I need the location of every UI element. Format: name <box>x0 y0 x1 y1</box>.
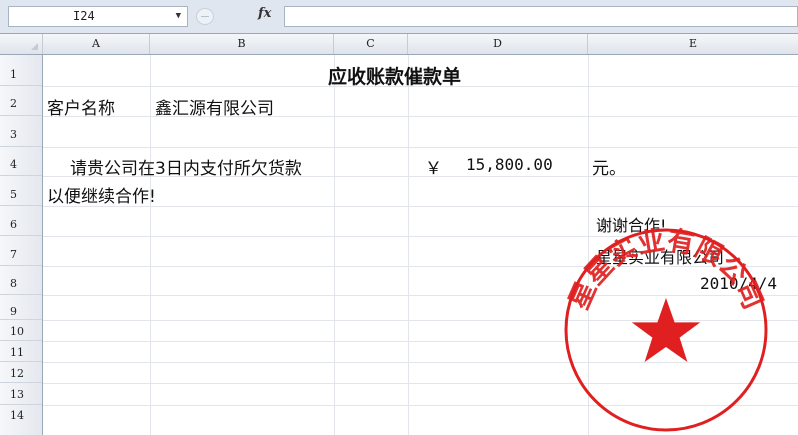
gridline <box>334 55 335 435</box>
row-header-3[interactable]: 3 <box>0 116 42 147</box>
gridline <box>43 147 798 148</box>
function-icon[interactable]: fx <box>258 6 271 21</box>
customer-name: 鑫汇源有限公司 <box>155 99 274 119</box>
customer-label: 客户名称 <box>47 99 115 119</box>
star-icon <box>631 298 701 362</box>
chevron-down-icon[interactable]: ▼ <box>176 7 181 26</box>
row-header-4[interactable]: 4 <box>0 147 42 176</box>
cooperation-text: 以便继续合作! <box>47 187 156 207</box>
row-header-13[interactable]: 13 <box>0 383 42 405</box>
column-header-e[interactable]: E <box>588 34 798 54</box>
formula-bar: I24 ▼ fx <box>0 0 798 34</box>
column-header-d[interactable]: D <box>408 34 588 54</box>
gridline <box>43 206 798 207</box>
sheet-title: 应收账款催款单 <box>328 66 462 88</box>
row-header-7[interactable]: 7 <box>0 236 42 266</box>
name-box[interactable]: I24 ▼ <box>8 6 188 27</box>
column-header-a[interactable]: A <box>43 34 150 54</box>
gridline <box>408 55 409 435</box>
column-header-row: A B C D E <box>0 34 798 55</box>
row-header-14[interactable]: 14 <box>0 405 42 435</box>
name-box-value: I24 <box>73 9 95 23</box>
payment-request-text: 请贵公司在3日内支付所欠货款 <box>70 159 302 179</box>
column-header-b[interactable]: B <box>150 34 334 54</box>
column-header-c[interactable]: C <box>334 34 408 54</box>
row-header-1[interactable]: 1 <box>0 55 42 86</box>
amount-value: 15,800.00 <box>466 155 553 174</box>
amount-unit: 元。 <box>592 159 626 179</box>
company-seal-stamp: 星星实业有限公司 <box>564 225 768 432</box>
row-header-10[interactable]: 10 <box>0 320 42 341</box>
cancel-icon[interactable] <box>196 8 214 25</box>
row-header-5[interactable]: 5 <box>0 176 42 206</box>
formula-input[interactable] <box>284 6 798 27</box>
row-header-2[interactable]: 2 <box>0 86 42 116</box>
select-all-corner[interactable] <box>0 34 43 54</box>
row-header-12[interactable]: 12 <box>0 362 42 383</box>
gridline <box>150 55 151 435</box>
currency-symbol: ￥ <box>425 159 442 179</box>
row-header-8[interactable]: 8 <box>0 266 42 295</box>
row-header-column: 1 2 3 4 5 6 7 8 9 10 11 12 13 14 <box>0 55 43 435</box>
row-header-11[interactable]: 11 <box>0 341 42 362</box>
row-header-6[interactable]: 6 <box>0 206 42 236</box>
row-header-9[interactable]: 9 <box>0 295 42 320</box>
